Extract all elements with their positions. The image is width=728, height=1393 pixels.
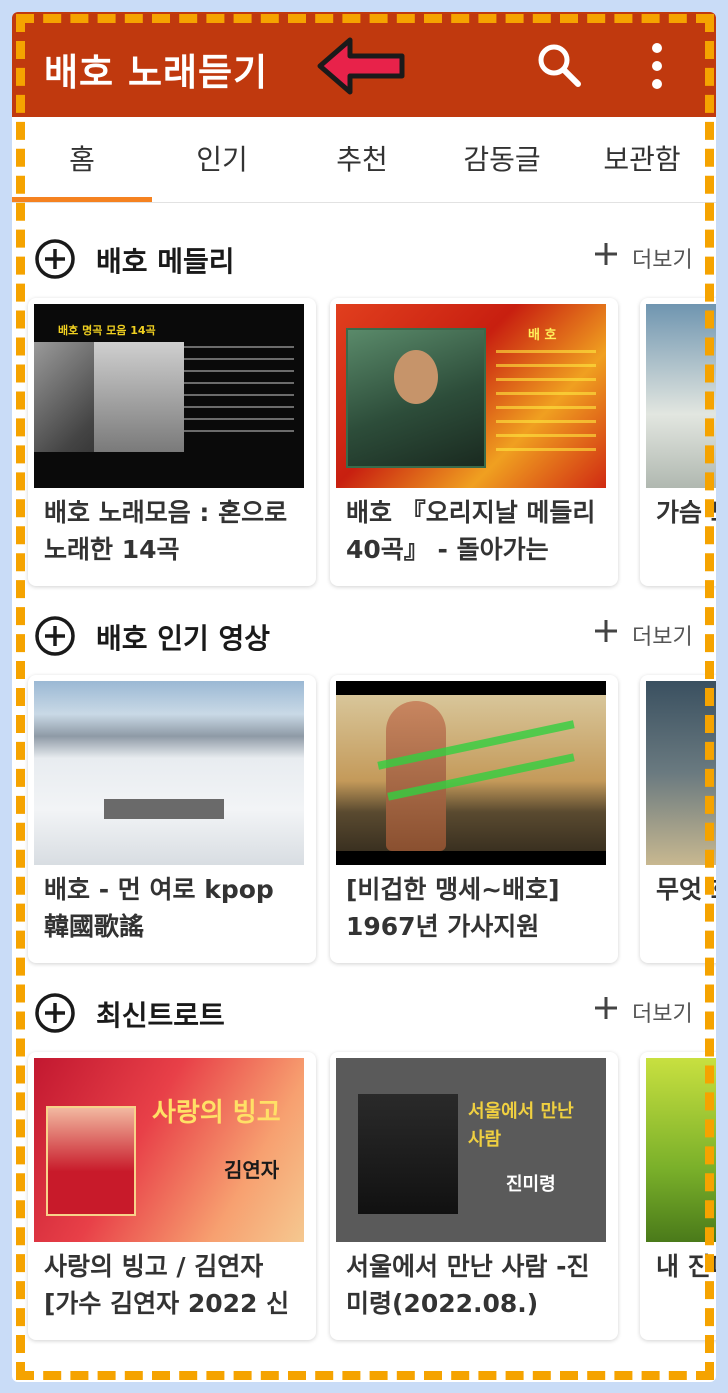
video-card[interactable]: 배 호 배호 『오리지날 메들리 40곡』 - 돌아가는 xyxy=(330,298,618,586)
add-circle-icon[interactable] xyxy=(34,238,76,280)
red-arrow-icon xyxy=(317,37,405,95)
section-header: 배호 메들리 더보기 xyxy=(12,226,716,286)
video-thumbnail: 배 호 xyxy=(336,304,606,488)
thumbnail-caption: 서울에서 만난 사람 xyxy=(468,1101,574,1150)
video-thumbnail xyxy=(646,681,716,865)
thumbnail-caption: 배 호 xyxy=(528,328,557,343)
thumbnail-subcaption: 김연자 xyxy=(224,1158,280,1182)
video-card[interactable]: 배호 명곡 모음 14곡 배호 노래모음 : 혼으로 노래한 14곡 xyxy=(28,298,316,586)
video-thumbnail xyxy=(646,304,716,488)
video-thumbnail: 배호 명곡 모음 14곡 xyxy=(34,304,304,488)
video-title: 배호 노래모음 : 혼으로 노래한 14곡 xyxy=(44,498,288,564)
thumbnail-subcaption: 진미령 xyxy=(506,1174,556,1195)
more-label: 더보기 xyxy=(632,248,693,273)
video-thumbnail xyxy=(34,681,304,865)
more-button[interactable]: 더보기 xyxy=(592,240,716,274)
tab-home[interactable]: 홈 xyxy=(12,117,152,203)
village-buildings xyxy=(104,799,224,819)
plus-icon xyxy=(595,620,617,642)
video-title: 내 진미 xyxy=(656,1252,716,1281)
app-screen: 배호 노래듣기 홈 인기 추천 감동글 보관함 배호 메들리 더보기 배호 명곡… xyxy=(12,12,716,1382)
video-title: 배호 『오리지날 메들리 40곡』 - 돌아가는 xyxy=(346,498,596,564)
thumbnail-caption: 사랑의 빙고 xyxy=(152,1098,281,1128)
plus-icon xyxy=(595,997,617,1019)
video-title: [비겁한 맹세~배호] 1967년 가사지원 xyxy=(346,875,560,941)
tab-stories[interactable]: 감동글 xyxy=(432,117,572,203)
plus-icon xyxy=(595,243,617,265)
video-card[interactable]: 사랑의 빙고 김연자 사랑의 빙고 / 김연자 [가수 김연자 2022 신 xyxy=(28,1052,316,1340)
add-circle-icon[interactable] xyxy=(34,992,76,1034)
album-cover xyxy=(358,1094,458,1214)
singer-photo xyxy=(46,1106,136,1216)
add-circle-icon[interactable] xyxy=(34,615,76,657)
video-title: 무엇 호 xyxy=(656,875,716,904)
more-label: 더보기 xyxy=(632,625,693,650)
video-card[interactable]: 서울에서 만난 사람 진미령 서울에서 만난 사람 -진미령(2022.08.) xyxy=(330,1052,618,1340)
section-popular-videos: 배호 인기 영상 더보기 배호 - 먼 여로 kpop 韓國歌謠 [비겁한 맹세… xyxy=(12,603,716,973)
section-title: 최신트로트 xyxy=(96,999,225,1032)
video-thumbnail: 사랑의 빙고 김연자 xyxy=(34,1058,304,1242)
photo-face xyxy=(394,350,438,404)
video-thumbnail xyxy=(646,1058,716,1242)
section-title: 배호 메들리 xyxy=(96,245,235,278)
song-list xyxy=(184,346,294,436)
video-card[interactable]: [비겁한 맹세~배호] 1967년 가사지원 xyxy=(330,675,618,963)
video-thumbnail: 서울에서 만난 사람 진미령 xyxy=(336,1058,606,1242)
active-tab-indicator xyxy=(12,197,152,202)
song-list xyxy=(496,350,596,460)
section-title: 배호 인기 영상 xyxy=(96,622,271,655)
video-card[interactable]: 배호 - 먼 여로 kpop 韓國歌謠 xyxy=(28,675,316,963)
video-title: 사랑의 빙고 / 김연자 [가수 김연자 2022 신 xyxy=(44,1252,290,1318)
video-title: 배호 - 먼 여로 kpop 韓國歌謠 xyxy=(44,875,274,941)
video-title: 가슴 노래 xyxy=(656,498,716,527)
search-icon[interactable] xyxy=(534,40,584,90)
more-button[interactable]: 더보기 xyxy=(592,994,716,1028)
app-title: 배호 노래듣기 xyxy=(44,51,269,94)
more-vert-icon[interactable] xyxy=(642,40,672,92)
tab-library[interactable]: 보관함 xyxy=(572,117,712,203)
section-header: 배호 인기 영상 더보기 xyxy=(12,603,716,663)
more-label: 더보기 xyxy=(632,1002,693,1027)
more-button[interactable]: 더보기 xyxy=(592,617,716,651)
video-card[interactable]: 가슴 노래 xyxy=(640,298,716,586)
tab-bar: 홈 인기 추천 감동글 보관함 xyxy=(12,117,716,203)
app-bar: 배호 노래듣기 xyxy=(12,12,716,117)
video-card[interactable]: 내 진미 xyxy=(640,1052,716,1340)
tab-recommended[interactable]: 추천 xyxy=(292,117,432,203)
photo-scenery xyxy=(94,342,184,452)
couple-figure xyxy=(386,701,446,851)
section-latest-trot: 최신트로트 더보기 사랑의 빙고 김연자 사랑의 빙고 / 김연자 [가수 김연… xyxy=(12,980,716,1350)
sunset-scene xyxy=(336,695,606,851)
video-title: 서울에서 만난 사람 -진미령(2022.08.) xyxy=(346,1252,590,1318)
thumbnail-caption: 배호 명곡 모음 14곡 xyxy=(58,324,156,337)
section-header: 최신트로트 더보기 xyxy=(12,980,716,1040)
tab-popular[interactable]: 인기 xyxy=(152,117,292,203)
section-medley: 배호 메들리 더보기 배호 명곡 모음 14곡 배호 노래모음 : 혼으로 노래… xyxy=(12,226,716,596)
video-thumbnail xyxy=(336,681,606,865)
video-card[interactable]: 무엇 호 xyxy=(640,675,716,963)
